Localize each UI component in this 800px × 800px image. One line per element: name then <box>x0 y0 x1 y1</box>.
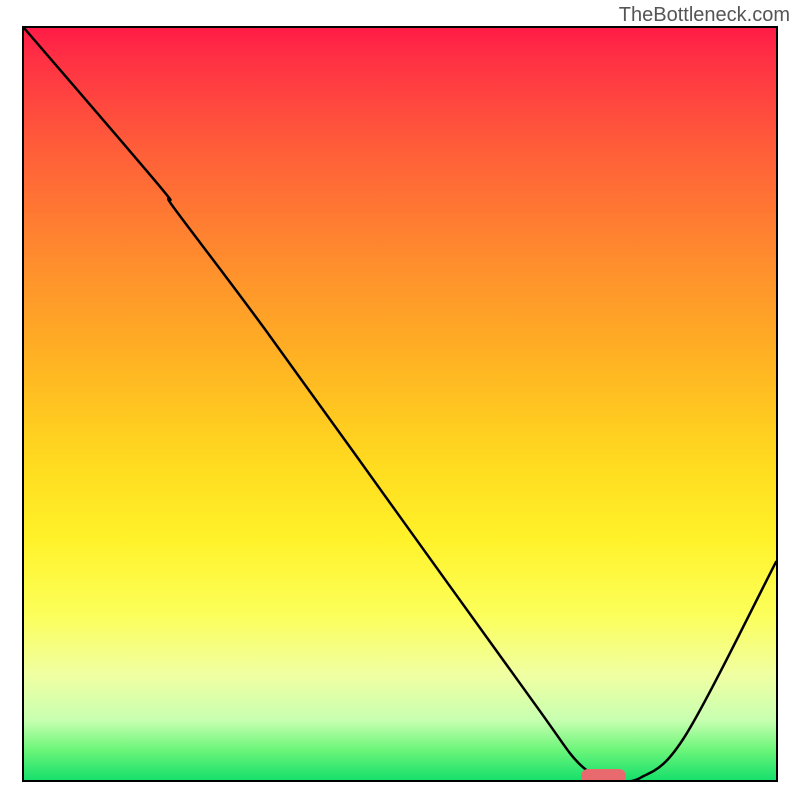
optimal-range-marker <box>581 769 626 783</box>
chart-curve-svg <box>24 28 776 780</box>
watermark-text: TheBottleneck.com <box>619 4 790 27</box>
chart-plot-area <box>22 26 778 782</box>
bottleneck-curve <box>24 28 776 780</box>
